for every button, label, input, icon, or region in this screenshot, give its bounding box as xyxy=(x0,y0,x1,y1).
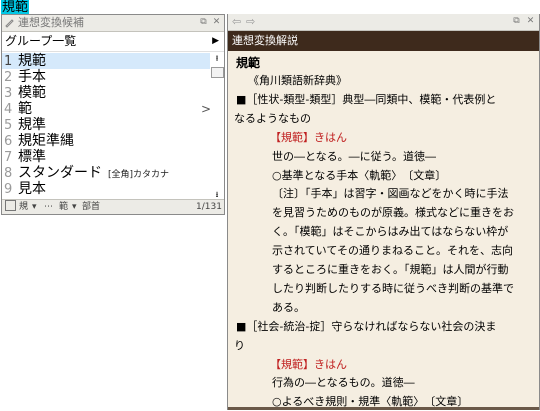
candidate-number: 4 xyxy=(4,102,13,117)
explanation-line: ■［社会-統治-掟］守らなければならない社会の決ま xyxy=(236,319,497,333)
explanation-line: 〔注〕「手本」は習字・図画などをかく時に手法 xyxy=(272,187,509,201)
explanation-line: 示されていてその通りまねること。それを、志向 xyxy=(272,244,514,258)
candidate-item[interactable]: 7 標準 xyxy=(2,149,210,165)
candidate-number: 2 xyxy=(4,70,13,85)
candidate-item[interactable]: 6 規矩準縄 xyxy=(2,133,210,149)
more-icon[interactable]: ⋯ xyxy=(44,200,53,214)
candidate-item[interactable]: 1 規範 xyxy=(2,53,210,69)
dropdown-icon[interactable]: ▾ xyxy=(72,200,77,214)
explanation-window-title: 連想変換解説 xyxy=(232,34,298,47)
explanation-window: ⇦ ⇨ ⧉ ✕ 連想変換解説 規範 《角川類語新辞典》 ■［性状-類型-類型］典型… xyxy=(227,14,540,410)
candidate-number: 9 xyxy=(4,182,13,197)
back-icon[interactable]: ⇦ xyxy=(232,14,241,30)
scroll-bottom-icon[interactable]: ⭳ xyxy=(211,190,223,199)
candidate-number: 5 xyxy=(4,118,13,133)
candidate-item[interactable]: 8 スタンダード [全角]カタカナ xyxy=(2,165,210,181)
explanation-line: り xyxy=(234,338,245,352)
candidate-number: 8 xyxy=(4,166,13,181)
page-indicator: 1/131 xyxy=(196,202,222,212)
footer-tab-1[interactable]: 規 xyxy=(19,200,28,214)
explanation-header: 連想変換解説 xyxy=(228,31,539,51)
entry-heading: 【規範】きはん xyxy=(270,357,347,371)
forward-icon[interactable]: ⇨ xyxy=(246,14,255,30)
chevron-right-icon: ▶ xyxy=(212,36,219,46)
candidate-text: 規範 xyxy=(18,53,46,69)
candidate-number: 3 xyxy=(4,86,13,101)
candidate-window-title: 連想変換候補 xyxy=(18,16,84,29)
explanation-line: なるようなもの xyxy=(234,111,311,125)
explanation-line: ○基準となる手本〈軌範〉 〔文章〕 xyxy=(272,168,447,182)
candidate-footer: 規 ▾ ⋯ 範 ▾ 部首 1/131 xyxy=(2,199,224,214)
pencil-icon xyxy=(5,19,14,28)
explanation-line: ある。 xyxy=(272,300,305,314)
close-icon[interactable]: ✕ xyxy=(525,16,536,27)
candidate-text: 規準 xyxy=(18,117,46,133)
candidate-text: 模範 xyxy=(18,85,46,101)
candidate-number: 6 xyxy=(4,134,13,149)
candidate-text: スタンダード xyxy=(18,165,102,181)
candidate-item[interactable]: 3 模範 xyxy=(2,85,210,101)
candidate-text: 規矩準縄 xyxy=(18,133,74,149)
entry-heading: 【規範】きはん xyxy=(270,130,347,144)
close-icon[interactable]: ✕ xyxy=(211,17,222,28)
explanation-line: するところに重きをおく。「規範」は人間が行動 xyxy=(272,263,509,276)
group-list-label: グループ一覧 xyxy=(5,34,77,48)
explanation-toolbar: ⇦ ⇨ ⧉ ✕ xyxy=(228,14,539,31)
explanation-line: ■［性状-類型-類型］典型―同類中、模範・代表例と xyxy=(236,92,497,106)
explanation-content: 規範 《角川類語新辞典》 ■［性状-類型-類型］典型―同類中、模範・代表例と なるよ… xyxy=(228,51,539,409)
candidate-title-bar: 連想変換候補 ⧉ ✕ xyxy=(2,15,224,32)
candidate-number: 1 xyxy=(4,54,13,69)
restore-icon[interactable]: ⧉ xyxy=(198,17,209,28)
candidate-scrollbar[interactable]: ⭱ ⭳ xyxy=(211,53,224,201)
candidate-window: 連想変換候補 ⧉ ✕ グループ一覧 ▶ 1 規範 2 手本 3 模範 4範 > 5 規準… xyxy=(1,14,225,215)
explanation-line: 《角川類語新辞典》 xyxy=(248,74,347,87)
candidate-list: 1 規範 2 手本 3 模範 4範 > 5 規準 6 規矩準縄 7 標準 8 スタンダード [全… xyxy=(2,53,211,197)
candidate-text: 範 xyxy=(18,101,32,117)
explanation-line: したり判断したりする時に従うべき判断の基準で xyxy=(272,281,514,295)
submenu-arrow-icon[interactable]: > xyxy=(201,101,211,117)
footer-tab-3[interactable]: 部首 xyxy=(82,200,100,214)
headword: 規範 xyxy=(236,56,261,70)
footer-tab-2[interactable]: 範 xyxy=(59,200,68,214)
scroll-thumb[interactable] xyxy=(211,67,224,78)
candidate-annotation: [全角]カタカナ xyxy=(108,170,170,180)
candidate-number: 7 xyxy=(4,150,13,165)
candidate-text: 標準 xyxy=(18,149,46,165)
candidate-text: 手本 xyxy=(18,69,46,85)
group-list-menu[interactable]: グループ一覧 ▶ xyxy=(2,32,224,52)
candidate-item[interactable]: 4範 > xyxy=(2,101,211,117)
explanation-line: 行為の―となるもの。道徳― xyxy=(272,376,415,390)
candidate-item[interactable]: 5 規準 xyxy=(2,117,210,133)
explanation-line: 世の―となる。―に従う。道徳― xyxy=(272,149,437,163)
candidate-text: 見本 xyxy=(18,181,46,197)
explanation-line: を見習うためのものが原義。様式などに重きをお xyxy=(272,206,514,220)
candidate-item[interactable]: 9 見本 xyxy=(2,181,210,197)
restore-icon[interactable]: ⧉ xyxy=(511,16,522,27)
dropdown-icon[interactable]: ▾ xyxy=(32,200,37,214)
candidate-item[interactable]: 2 手本 xyxy=(2,69,210,85)
explanation-line: く。「模範」はそこからはみ出てはならない枠が xyxy=(272,225,509,239)
scroll-top-icon[interactable]: ⭱ xyxy=(211,54,223,63)
